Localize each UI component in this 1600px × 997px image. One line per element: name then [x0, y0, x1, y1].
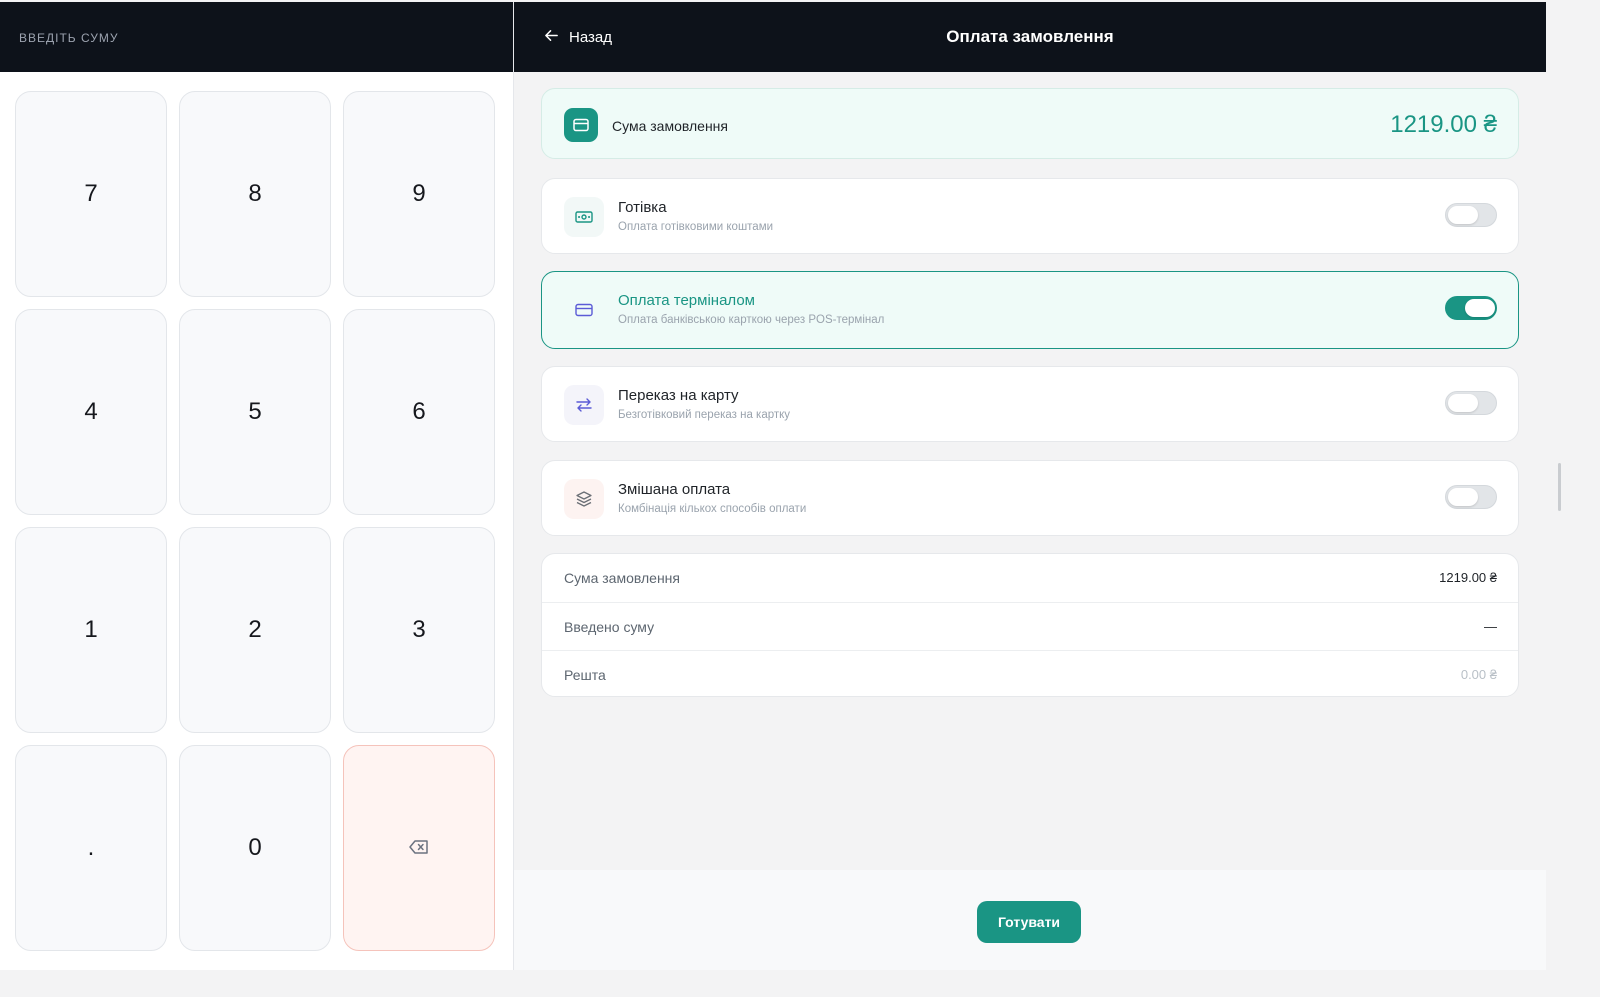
toggle-knob: [1448, 488, 1478, 506]
payment-method-transfer[interactable]: Переказ на карту Безготівковий переказ н…: [541, 366, 1519, 442]
backspace-icon: [409, 834, 429, 862]
mixed-toggle[interactable]: [1445, 485, 1497, 509]
cash-icon: [564, 197, 604, 237]
payment-method-cash[interactable]: Готівка Оплата готівковими коштами: [541, 178, 1519, 254]
toggle-knob: [1465, 299, 1495, 317]
payment-header: Назад Оплата замовлення: [514, 2, 1546, 72]
order-total-label: Сума замовлення: [612, 118, 728, 134]
payment-summary: Сума замовлення 1219.00 ₴ Введено суму —…: [541, 553, 1519, 697]
numeric-keypad: 7 8 9 4 5 6 1 2 3 . 0: [15, 91, 495, 951]
summary-value: —: [1484, 619, 1497, 634]
method-subtitle: Безготівковий переказ на картку: [618, 409, 791, 421]
card-icon: [564, 290, 604, 330]
summary-row-order-total: Сума замовлення 1219.00 ₴: [542, 554, 1518, 602]
enter-amount-label: ВВЕДІТЬ СУМУ: [19, 31, 119, 45]
page-title: Оплата замовлення: [946, 27, 1114, 46]
key-1[interactable]: 1: [15, 527, 167, 733]
scrollbar-handle[interactable]: [1558, 463, 1561, 511]
key-8[interactable]: 8: [179, 91, 331, 297]
method-title: Оплата терміналом: [618, 292, 755, 309]
keypad-header: ВВЕДІТЬ СУМУ: [0, 2, 513, 72]
toggle-knob: [1448, 394, 1478, 412]
key-5[interactable]: 5: [179, 309, 331, 515]
terminal-toggle[interactable]: [1445, 296, 1497, 320]
payment-footer: Готувати: [514, 870, 1546, 970]
transfer-toggle[interactable]: [1445, 391, 1497, 415]
payment-method-mixed[interactable]: Змішана оплата Комбінація кількох способ…: [541, 460, 1519, 536]
summary-row-entered: Введено суму —: [542, 602, 1518, 650]
payment-body: Сума замовлення 1219.00 ₴ Готівка Оплата…: [514, 72, 1546, 870]
card-icon: [564, 108, 598, 142]
key-6[interactable]: 6: [343, 309, 495, 515]
key-0[interactable]: 0: [179, 745, 331, 951]
layers-icon: [564, 479, 604, 519]
key-4[interactable]: 4: [15, 309, 167, 515]
summary-value: 1219.00 ₴: [1439, 570, 1497, 585]
method-title: Переказ на карту: [618, 387, 739, 404]
method-subtitle: Оплата банківською карткою через POS-тер…: [618, 314, 885, 326]
key-9[interactable]: 9: [343, 91, 495, 297]
key-7[interactable]: 7: [15, 91, 167, 297]
order-total-card: Сума замовлення 1219.00 ₴: [541, 88, 1519, 159]
payment-method-terminal[interactable]: Оплата терміналом Оплата банківською кар…: [541, 271, 1519, 349]
method-title: Готівка: [618, 199, 667, 216]
summary-label: Сума замовлення: [564, 570, 680, 586]
key-3[interactable]: 3: [343, 527, 495, 733]
summary-label: Введено суму: [564, 619, 655, 635]
submit-button[interactable]: Готувати: [977, 901, 1081, 943]
method-subtitle: Оплата готівковими коштами: [618, 221, 774, 233]
summary-label: Решта: [564, 667, 606, 683]
backspace-button[interactable]: [343, 745, 495, 951]
method-title: Змішана оплата: [618, 481, 731, 498]
method-subtitle: Комбінація кількох способів оплати: [618, 503, 807, 515]
summary-value: 0.00 ₴: [1460, 667, 1497, 682]
key-2[interactable]: 2: [179, 527, 331, 733]
toggle-knob: [1448, 206, 1478, 224]
key-decimal[interactable]: .: [15, 745, 167, 951]
transfer-icon: [564, 385, 604, 425]
cash-toggle[interactable]: [1445, 203, 1497, 227]
summary-row-change: Решта 0.00 ₴: [542, 650, 1518, 698]
order-total-amount: 1219.00 ₴: [1390, 111, 1497, 138]
